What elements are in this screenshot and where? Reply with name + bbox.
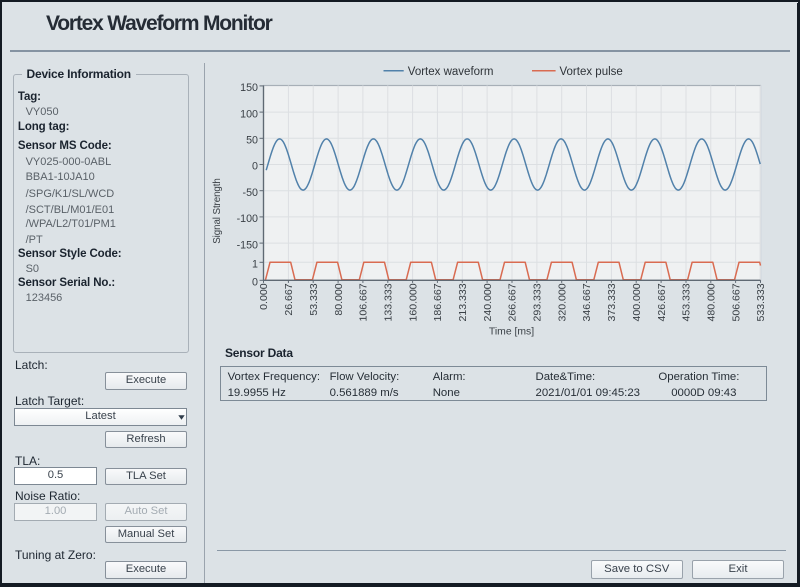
svg-text:400.000: 400.000 bbox=[631, 283, 643, 321]
svg-text:266.667: 266.667 bbox=[507, 283, 519, 321]
svg-text:-100: -100 bbox=[237, 213, 258, 225]
svg-text:-150: -150 bbox=[237, 239, 258, 251]
svg-text:160.000: 160.000 bbox=[407, 283, 419, 321]
svg-text:Signal Strength: Signal Strength bbox=[212, 178, 223, 244]
svg-text:213.333: 213.333 bbox=[457, 283, 469, 321]
svg-text:100: 100 bbox=[240, 108, 258, 120]
svg-text:133.333: 133.333 bbox=[382, 283, 394, 321]
svg-text:0.000: 0.000 bbox=[258, 283, 270, 310]
svg-text:106.667: 106.667 bbox=[358, 283, 370, 321]
svg-text:150: 150 bbox=[240, 82, 258, 94]
svg-text:0: 0 bbox=[252, 277, 258, 289]
svg-text:80.000: 80.000 bbox=[333, 283, 345, 315]
svg-text:186.667: 186.667 bbox=[432, 283, 444, 321]
svg-text:506.667: 506.667 bbox=[730, 283, 742, 321]
svg-text:53.333: 53.333 bbox=[308, 283, 320, 315]
svg-text:373.333: 373.333 bbox=[606, 283, 618, 321]
svg-text:480.000: 480.000 bbox=[706, 283, 718, 321]
svg-text:Vortex waveform: Vortex waveform bbox=[408, 66, 494, 78]
svg-text:-50: -50 bbox=[243, 187, 259, 199]
svg-text:240.000: 240.000 bbox=[482, 283, 494, 321]
svg-text:293.333: 293.333 bbox=[532, 283, 544, 321]
svg-text:Time [ms]: Time [ms] bbox=[489, 327, 534, 338]
svg-text:Vortex pulse: Vortex pulse bbox=[560, 66, 623, 78]
svg-text:1: 1 bbox=[252, 259, 258, 271]
svg-text:346.667: 346.667 bbox=[581, 283, 593, 321]
svg-text:453.333: 453.333 bbox=[681, 283, 693, 321]
svg-text:426.667: 426.667 bbox=[656, 283, 668, 321]
svg-text:26.667: 26.667 bbox=[283, 283, 295, 315]
svg-text:0: 0 bbox=[252, 161, 258, 173]
svg-text:50: 50 bbox=[246, 135, 258, 147]
svg-text:533.333: 533.333 bbox=[755, 283, 767, 321]
svg-text:320.000: 320.000 bbox=[556, 283, 568, 321]
